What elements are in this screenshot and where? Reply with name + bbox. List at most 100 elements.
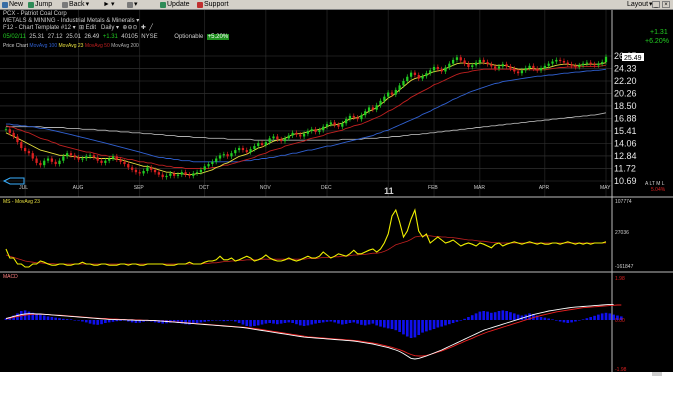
- template-line: F12 - Chart Template #12 ▾ ⊞ Edit Daily …: [3, 25, 153, 32]
- price-tick-label: 12.84: [614, 151, 637, 161]
- legend-ma50: MovAvg 50: [84, 43, 110, 49]
- x-tick-label: SEP: [134, 185, 145, 191]
- price-axis: 26.6524.3322.2020.2618.5016.8815.4114.06…: [614, 51, 637, 186]
- macd-histogram-bar: [432, 320, 436, 329]
- candle-body: [455, 57, 459, 60]
- edit-icon: ⊞: [78, 25, 84, 31]
- candle-body: [364, 111, 367, 116]
- macd-histogram-bar: [482, 311, 486, 320]
- tools-dropdown[interactable]: ▾: [127, 0, 138, 9]
- macd-histogram-bar: [249, 320, 252, 327]
- candle-body: [81, 158, 84, 160]
- status-bar: [0, 372, 673, 400]
- macd-histogram-bar: [50, 317, 54, 320]
- edit-label[interactable]: Edit: [86, 25, 96, 31]
- right-pct: +6.20%: [645, 38, 669, 45]
- macd-histogram-bar: [260, 320, 264, 325]
- draw-line-icon[interactable]: ╱: [149, 25, 153, 31]
- macd-histogram-bar: [455, 320, 459, 322]
- macd-histogram-bar: [245, 320, 249, 326]
- rs-label: MS - MovAvg 23: [3, 199, 40, 205]
- update-button[interactable]: Update: [160, 0, 190, 9]
- layout-button[interactable]: Layout ▾: [627, 0, 653, 9]
- new-button[interactable]: New: [2, 0, 23, 9]
- candle-body: [329, 122, 332, 125]
- macd-histogram-bar: [207, 320, 210, 322]
- candle-body: [486, 62, 489, 65]
- candle-body: [436, 66, 439, 70]
- macd-histogram-bar: [268, 320, 272, 323]
- candle-body: [257, 143, 260, 147]
- jump-icon: [28, 1, 34, 8]
- support-label: Support: [204, 1, 229, 8]
- macd-histogram-bar: [409, 320, 413, 338]
- candle-body: [375, 105, 378, 110]
- candle-body: [344, 119, 348, 124]
- macd-histogram-bar: [428, 320, 432, 331]
- resize-grip[interactable]: [652, 372, 662, 376]
- candle-body: [505, 64, 508, 67]
- macd-histogram-bar: [279, 320, 283, 324]
- template-label[interactable]: F12 - Chart Template #12: [3, 25, 71, 31]
- minimize-icon[interactable]: _: [652, 1, 660, 8]
- macd-histogram-bar: [199, 320, 203, 323]
- candle-body: [593, 64, 596, 66]
- macd-histogram-bar: [467, 317, 470, 320]
- macd-histogram-bar: [283, 320, 287, 323]
- last-price-label: 25.49: [624, 55, 642, 62]
- candle-body: [16, 136, 19, 143]
- macd-histogram-bar: [27, 311, 31, 320]
- candle-body: [199, 169, 203, 173]
- layout-label: Layout: [627, 1, 649, 8]
- price-tick-label: 11.72: [614, 163, 636, 173]
- macd-histogram-bar: [356, 320, 359, 324]
- macd-histogram-bar: [214, 320, 218, 321]
- candle-body: [31, 153, 34, 159]
- update-icon: [160, 1, 166, 8]
- macd-histogram-bar: [505, 311, 508, 320]
- macd-histogram-bar: [417, 320, 421, 335]
- macd-histogram-bar: [470, 315, 474, 320]
- chevron-down-icon: ▾: [134, 1, 138, 8]
- macd-axis-label: 1.98: [615, 276, 625, 282]
- jump-button[interactable]: Jump: [28, 0, 52, 9]
- candle-body: [142, 171, 145, 174]
- candle-body: [85, 156, 88, 159]
- rs-ma-line: [5, 235, 606, 265]
- candle-body: [299, 134, 302, 137]
- macd-histogram-bar: [291, 320, 294, 323]
- candle-body: [413, 72, 417, 75]
- close-icon[interactable]: ×: [662, 1, 670, 8]
- macd-histogram-bar: [551, 319, 554, 320]
- crosshair-icon[interactable]: ✚: [141, 25, 146, 31]
- x-tick-label: MAY: [600, 185, 611, 191]
- macd-histogram-bar: [490, 312, 493, 320]
- candle-body: [371, 107, 375, 110]
- chevron-down-icon[interactable]: ▾: [116, 25, 119, 31]
- zoom-fit-icon[interactable]: ⊙: [132, 25, 137, 31]
- macd-histogram-bar: [54, 317, 58, 320]
- price-tick-label: 16.88: [614, 113, 637, 123]
- x-tick-label: MAR: [474, 185, 486, 191]
- candle-body: [555, 59, 558, 62]
- candle-body: [161, 174, 164, 178]
- chevron-down-icon: ▾: [85, 1, 90, 8]
- macd-histogram-bar: [84, 320, 88, 323]
- macd-histogram-bar: [493, 312, 497, 320]
- macd-histogram-bar: [512, 313, 516, 320]
- macd-histogram-bar: [593, 315, 596, 320]
- macd-histogram-bar: [340, 320, 344, 325]
- macd-histogram-bar: [581, 319, 585, 320]
- x-tick-label: FEB: [428, 185, 438, 191]
- back-button[interactable]: Back ▾: [62, 0, 89, 9]
- macd-histogram-bar: [383, 320, 386, 328]
- support-button[interactable]: Support: [197, 0, 229, 9]
- x-tick-label: APR: [539, 185, 550, 191]
- forward-button[interactable]: ► ▾: [103, 0, 114, 9]
- chevron-down-icon[interactable]: ▾: [73, 25, 76, 31]
- macd-histogram-bar: [230, 320, 233, 321]
- macd-histogram-bar: [451, 320, 455, 323]
- chevron-down-icon[interactable]: ▾: [136, 18, 139, 24]
- chart-area: 10777427036-161847 1.980.00-1.98 26.6524…: [0, 10, 673, 373]
- period-label[interactable]: Daily: [101, 25, 114, 31]
